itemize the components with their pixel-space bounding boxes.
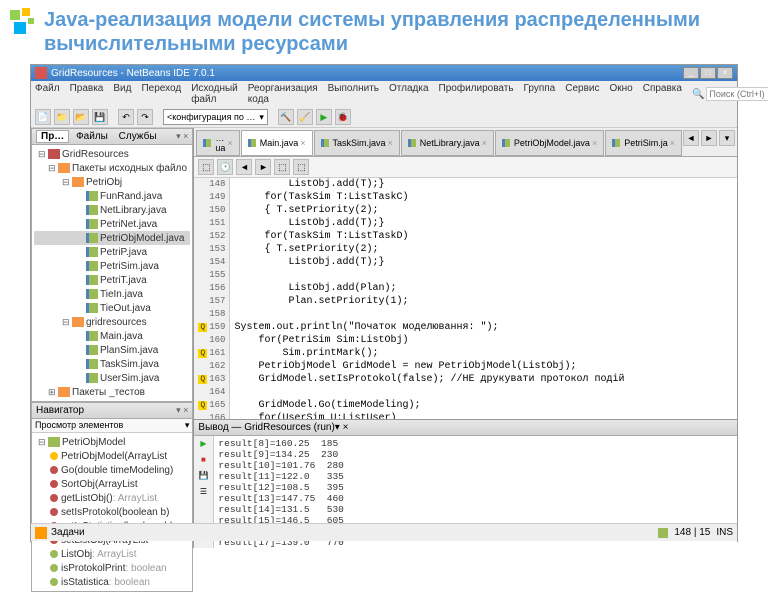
menu-item[interactable]: Файл xyxy=(35,83,60,105)
nav-fwd-button[interactable]: ► xyxy=(255,159,271,175)
cursor-position: 148 | 15 xyxy=(674,527,710,538)
menu-item[interactable]: Профилировать xyxy=(439,83,514,105)
build-button[interactable]: 🔨 xyxy=(278,109,294,125)
tasks-label[interactable]: Задачи xyxy=(51,527,85,538)
editor-tab[interactable]: …ua× xyxy=(196,130,239,156)
status-indicator-icon xyxy=(658,528,668,538)
editor-tab[interactable]: TaskSim.java× xyxy=(314,130,400,156)
config-select[interactable]: <конфигурация по … ▾ xyxy=(163,109,268,125)
output-save-button[interactable]: 💾 xyxy=(196,470,210,484)
close-tab-icon[interactable]: × xyxy=(592,138,597,148)
editor-toolbar: ⬚ 🕑 ◄ ► ⬚ ⬚ xyxy=(194,157,737,178)
menu-item[interactable]: Группа xyxy=(524,83,556,105)
navigator-header: Навигатор ▾ × xyxy=(32,403,192,419)
ide-window: GridResources - NetBeans IDE 7.0.1 _ □ ×… xyxy=(30,64,738,542)
statusbar: Задачи 148 | 15 INS xyxy=(31,523,737,541)
panel-tab[interactable]: Службы xyxy=(115,131,161,142)
new-file-button[interactable]: 📄 xyxy=(35,109,51,125)
menu-item[interactable]: Правка xyxy=(70,83,104,105)
menu-item[interactable]: Окно xyxy=(609,83,632,105)
redo-button[interactable]: ↷ xyxy=(137,109,153,125)
editor-tabs: …ua×Main.java×TaskSim.java×NetLibrary.ja… xyxy=(194,128,737,157)
close-tab-icon[interactable]: × xyxy=(670,138,675,148)
output-clear-button[interactable]: ☰ xyxy=(196,486,210,500)
titlebar: GridResources - NetBeans IDE 7.0.1 _ □ × xyxy=(31,65,737,81)
debug-button[interactable]: 🐞 xyxy=(335,109,351,125)
editor-tab[interactable]: NetLibrary.java× xyxy=(401,130,494,156)
search-input[interactable] xyxy=(706,87,768,101)
menu-item[interactable]: Справка xyxy=(643,83,682,105)
main-toolbar: 📄 📁 📂 💾 ↶ ↷ <конфигурация по … ▾ 🔨 🧹 ▶ 🐞 xyxy=(31,107,737,128)
rerun-button[interactable]: ▶ xyxy=(196,438,210,452)
save-button[interactable]: 💾 xyxy=(92,109,108,125)
window-title: GridResources - NetBeans IDE 7.0.1 xyxy=(51,68,215,79)
maximize-button[interactable]: □ xyxy=(700,67,716,79)
close-tab-icon[interactable]: × xyxy=(300,138,305,148)
clean-button[interactable]: 🧹 xyxy=(297,109,313,125)
projects-panel-header: Пр… Файлы Службы ▾ × xyxy=(32,129,192,145)
menu-item[interactable]: Исходный файл xyxy=(191,83,238,105)
close-tab-icon[interactable]: × xyxy=(388,138,393,148)
menu-item[interactable]: Сервис xyxy=(565,83,599,105)
panel-close-icon[interactable]: ▾ × xyxy=(335,422,349,433)
editor-tab[interactable]: PetriSim.ja× xyxy=(605,130,682,156)
find-button[interactable]: ⬚ xyxy=(274,159,290,175)
editor-tab[interactable]: Main.java× xyxy=(241,130,313,156)
stop-button[interactable]: ■ xyxy=(196,454,210,468)
panel-close-icon[interactable]: ▾ × xyxy=(176,131,188,142)
close-button[interactable]: × xyxy=(717,67,733,79)
search-box: 🔍 xyxy=(692,83,768,105)
menu-item[interactable]: Выполнить xyxy=(328,83,379,105)
menu-item[interactable]: Переход xyxy=(141,83,181,105)
menubar: Файл Правка Вид Переход Исходный файл Реорган… xyxy=(31,81,737,107)
panel-close-icon[interactable]: ▾ × xyxy=(176,405,188,416)
undo-button[interactable]: ↶ xyxy=(118,109,134,125)
minimize-button[interactable]: _ xyxy=(683,67,699,79)
code-editor[interactable]: 148149150151152153154155156157158Q159160… xyxy=(194,178,737,419)
insert-mode: INS xyxy=(716,527,733,538)
editor-tab[interactable]: PetriObjModel.java× xyxy=(495,130,604,156)
menu-item[interactable]: Отладка xyxy=(389,83,429,105)
panel-tab[interactable]: Файлы xyxy=(72,131,112,142)
run-button[interactable]: ▶ xyxy=(316,109,332,125)
source-button[interactable]: ⬚ xyxy=(198,159,214,175)
navigator-tree[interactable]: ⊟PetriObjModelPetriObjModel(ArrayListGo(… xyxy=(32,433,192,591)
close-tab-icon[interactable]: × xyxy=(227,138,232,148)
panel-tab[interactable]: Пр… xyxy=(36,130,69,143)
close-tab-icon[interactable]: × xyxy=(482,138,487,148)
bookmark-button[interactable]: ⬚ xyxy=(293,159,309,175)
app-icon xyxy=(35,67,47,79)
search-icon: 🔍 xyxy=(692,89,704,100)
history-button[interactable]: 🕑 xyxy=(217,159,233,175)
navigator-filter[interactable]: Просмотр элементов ▾ xyxy=(32,419,192,433)
menu-item[interactable]: Реорганизация кода xyxy=(248,83,318,105)
slide-title: Java-реализация модели системы управлени… xyxy=(44,9,700,55)
output-header: Вывод — GridResources (run) ▾ × xyxy=(194,419,737,436)
menu-item[interactable]: Вид xyxy=(113,83,131,105)
open-button[interactable]: 📂 xyxy=(73,109,89,125)
new-project-button[interactable]: 📁 xyxy=(54,109,70,125)
projects-tree[interactable]: ⊟GridResources⊟Пакеты исходных файло⊟Pet… xyxy=(32,145,192,401)
task-icon xyxy=(35,527,47,539)
nav-back-button[interactable]: ◄ xyxy=(236,159,252,175)
